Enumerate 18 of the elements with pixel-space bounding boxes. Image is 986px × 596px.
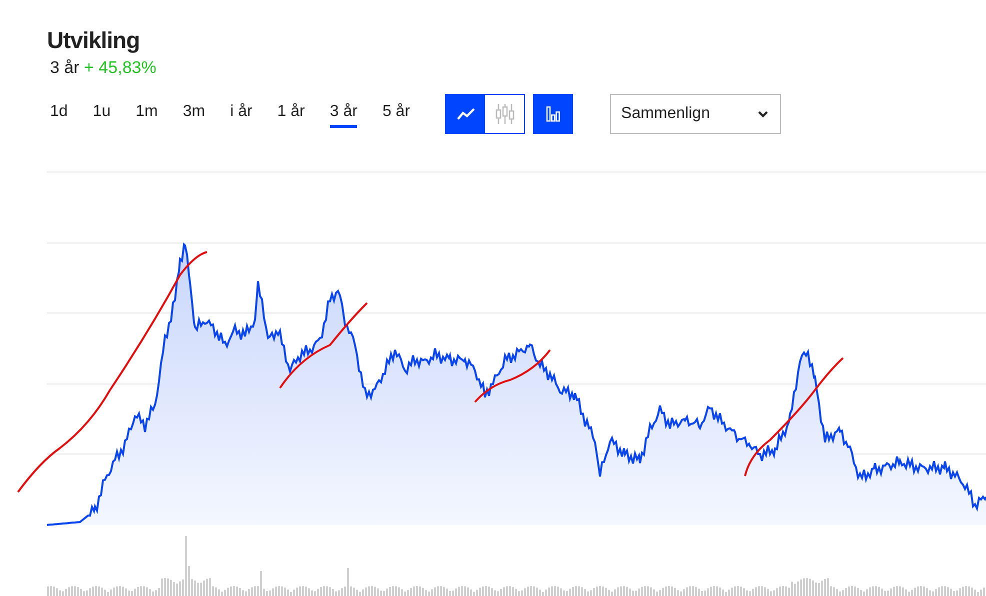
chevron-down-icon	[758, 110, 768, 118]
period-tab[interactable]: i år	[230, 100, 252, 128]
period-tab[interactable]: 5 år	[382, 100, 410, 128]
period-label: 3 år	[50, 58, 80, 77]
candlestick-icon	[494, 103, 515, 125]
change-value: + 45,83%	[84, 58, 156, 77]
chart-type-button[interactable]	[446, 95, 486, 133]
period-tab[interactable]: 3m	[182, 100, 206, 128]
volume-button[interactable]	[533, 94, 574, 134]
period-tab[interactable]: 1u	[92, 100, 111, 128]
section-title: Utvikling	[47, 27, 141, 54]
period-tab[interactable]: 3 år	[330, 100, 358, 128]
bar-chart-icon	[546, 106, 560, 122]
period-tab[interactable]: 1d	[50, 100, 68, 128]
period-tab[interactable]: 1m	[136, 100, 158, 128]
compare-dropdown[interactable]: Sammenlign	[610, 94, 782, 134]
period-tab[interactable]: 1 år	[277, 100, 305, 128]
line-chart-icon	[456, 108, 475, 120]
